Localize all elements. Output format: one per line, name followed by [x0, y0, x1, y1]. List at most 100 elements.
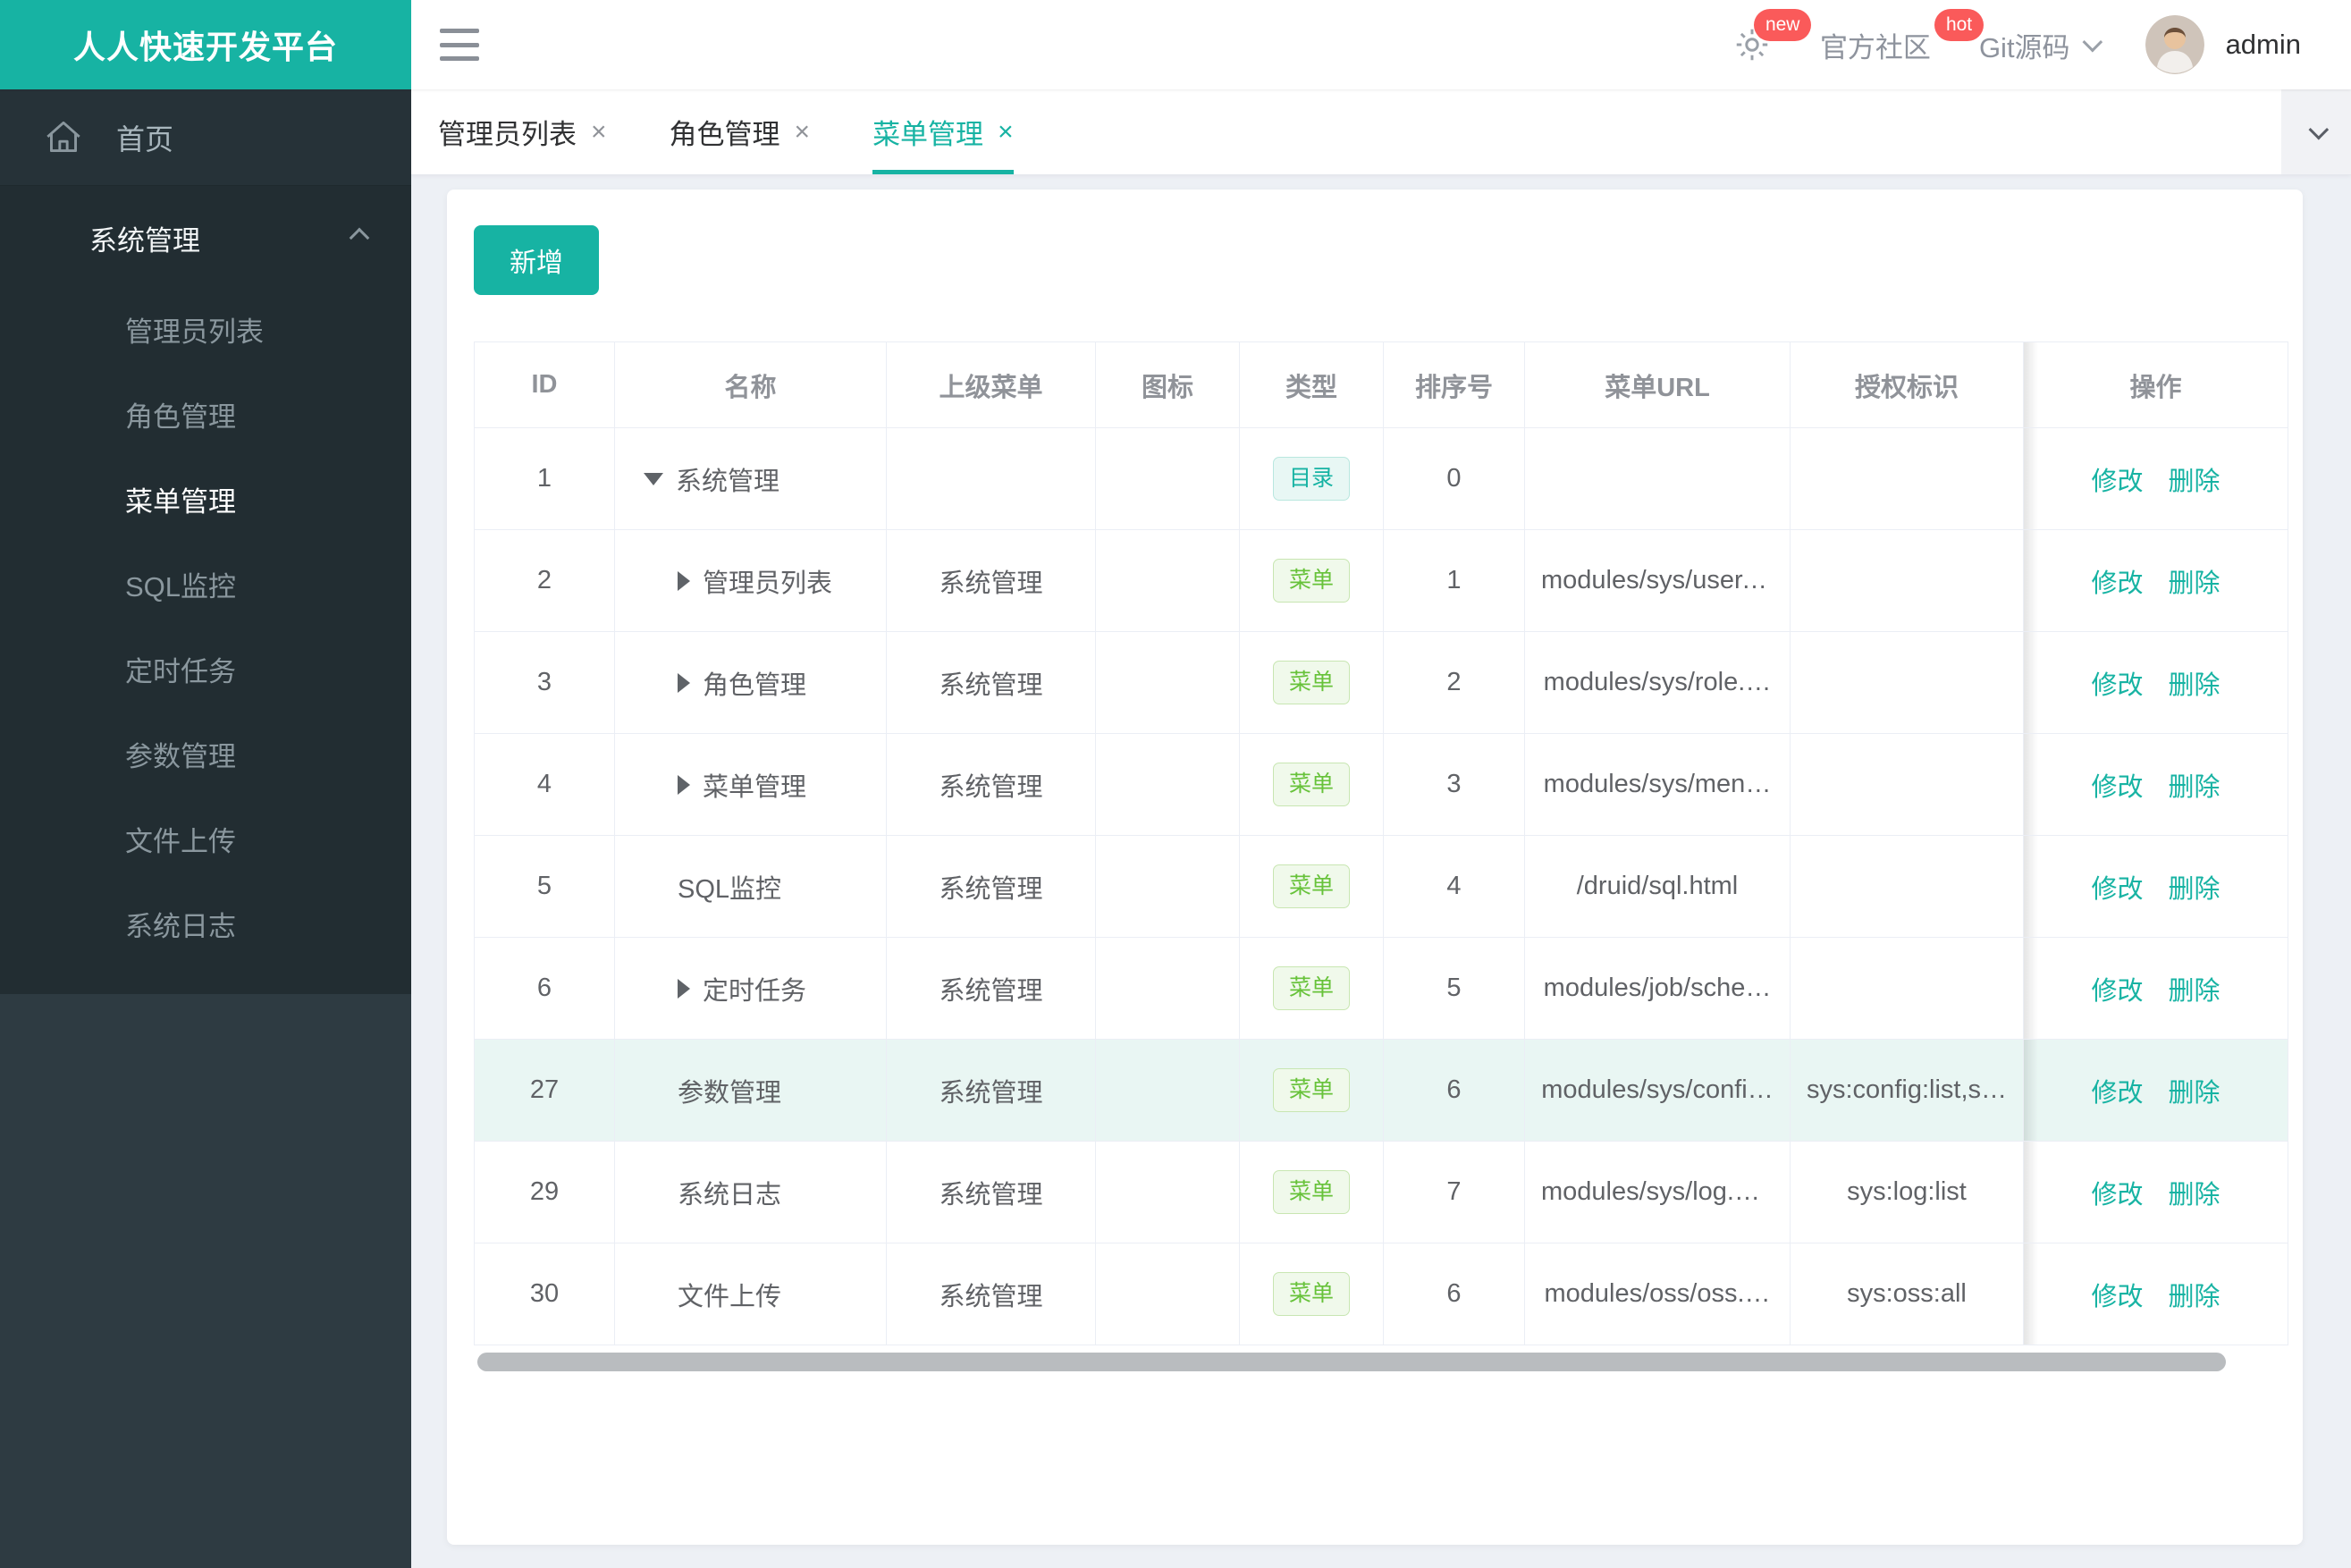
type-badge: 菜单	[1272, 559, 1350, 603]
content-area: 新增 ID 名称 上级菜单 图标 类型 排序号 菜单URL 授权标识 操作 1 系统管理 目录 0 修改…	[411, 175, 2351, 1568]
tree-expand-icon[interactable]	[678, 978, 690, 999]
column-header: 排序号	[1384, 341, 1525, 428]
cell-icon	[1096, 1243, 1240, 1345]
cell-icon	[1096, 530, 1240, 632]
brand-logo: 人人快速开发平台	[0, 0, 411, 89]
cell-id: 3	[474, 632, 615, 734]
type-badge: 目录	[1272, 457, 1350, 501]
cell-url	[1525, 428, 1791, 530]
sidebar-item[interactable]: 系统日志	[0, 884, 411, 969]
delete-link[interactable]: 删除	[2169, 1181, 2220, 1210]
sidebar-item[interactable]: 文件上传	[0, 799, 411, 884]
tree-expand-icon[interactable]	[678, 774, 690, 795]
cell-icon	[1096, 632, 1240, 734]
scrollbar-thumb[interactable]	[477, 1353, 2226, 1371]
cell-url: modules/sys/confi…	[1525, 1040, 1791, 1142]
sidebar: 首页 系统管理 管理员列表 角色管理 菜单管理 SQL监控 定时任务 参数管理 文件上传 系统…	[0, 89, 411, 1568]
cell-name: 菜单管理	[615, 734, 887, 836]
edit-link[interactable]: 修改	[2091, 875, 2143, 904]
edit-link[interactable]: 修改	[2091, 773, 2143, 802]
table-row: 6 定时任务 系统管理 菜单 5 modules/job/sche… 修改 删除	[474, 938, 2288, 1040]
cell-type: 菜单	[1240, 1142, 1384, 1243]
sidebar-toggle-icon[interactable]	[440, 29, 479, 61]
cell-order: 7	[1384, 1142, 1525, 1243]
sidebar-item[interactable]: 菜单管理	[0, 459, 411, 544]
edit-link[interactable]: 修改	[2091, 1283, 2143, 1311]
tree-expand-icon[interactable]	[678, 672, 690, 693]
cell-url: modules/sys/user.…	[1525, 530, 1791, 632]
cell-parent: 系统管理	[887, 1243, 1096, 1345]
sidebar-item[interactable]: 参数管理	[0, 714, 411, 799]
delete-link[interactable]: 删除	[2169, 773, 2220, 802]
delete-link[interactable]: 删除	[2169, 1283, 2220, 1311]
tree-node: 管理员列表	[631, 562, 870, 600]
table-row: 4 菜单管理 系统管理 菜单 3 modules/sys/men… 修改 删除	[474, 734, 2288, 836]
cell-type: 菜单	[1240, 1040, 1384, 1142]
cell-icon	[1096, 1040, 1240, 1142]
cell-url: modules/oss/oss.…	[1525, 1243, 1791, 1345]
sidebar-item[interactable]: 定时任务	[0, 629, 411, 714]
sidebar-item[interactable]: 管理员列表	[0, 290, 411, 375]
sidebar-item[interactable]: 角色管理	[0, 375, 411, 459]
cell-actions: 修改 删除	[2024, 632, 2288, 734]
cell-actions: 修改 删除	[2024, 938, 2288, 1040]
table-row: 3 角色管理 系统管理 菜单 2 modules/sys/role.… 修改 删除	[474, 632, 2288, 734]
cell-order: 3	[1384, 734, 1525, 836]
delete-link[interactable]: 删除	[2169, 671, 2220, 700]
cell-perms	[1791, 734, 2024, 836]
delete-link[interactable]: 删除	[2169, 875, 2220, 904]
edit-link[interactable]: 修改	[2091, 1181, 2143, 1210]
tab[interactable]: 菜单管理 ×	[872, 89, 1014, 174]
cell-order: 0	[1384, 428, 1525, 530]
cell-actions: 修改 删除	[2024, 734, 2288, 836]
delete-link[interactable]: 删除	[2169, 468, 2220, 496]
edit-link[interactable]: 修改	[2091, 569, 2143, 598]
main-area: 管理员列表 × 角色管理 × 菜单管理 × 新增 ID 名称 上级菜单 图标 类型 排序号 菜单URL…	[411, 89, 2351, 1568]
delete-link[interactable]: 删除	[2169, 977, 2220, 1006]
hot-badge: hot	[1934, 8, 1984, 41]
cell-parent: 系统管理	[887, 938, 1096, 1040]
tab-close-icon[interactable]: ×	[998, 118, 1014, 146]
column-header: 菜单URL	[1525, 341, 1791, 428]
cell-actions: 修改 删除	[2024, 1142, 2288, 1243]
tab[interactable]: 管理员列表 ×	[438, 89, 607, 174]
git-source-label: Git源码	[1978, 31, 2070, 63]
tabs-dropdown-button[interactable]	[2281, 89, 2351, 174]
sidebar-item[interactable]: SQL监控	[0, 544, 411, 629]
add-button[interactable]: 新增	[474, 225, 599, 295]
community-link[interactable]: 官方社区 hot	[1819, 8, 1984, 65]
user-menu[interactable]: admin	[2145, 15, 2301, 74]
column-header: ID	[474, 341, 615, 428]
tab-close-icon[interactable]: ×	[795, 118, 811, 146]
cell-parent: 系统管理	[887, 836, 1096, 938]
sidebar-group-title[interactable]: 系统管理	[0, 186, 411, 290]
cell-type: 菜单	[1240, 632, 1384, 734]
sidebar-item-home[interactable]: 首页	[0, 89, 411, 186]
delete-link[interactable]: 删除	[2169, 569, 2220, 598]
git-source-link[interactable]: Git源码	[1978, 25, 2102, 65]
edit-link[interactable]: 修改	[2091, 1079, 2143, 1108]
cell-icon	[1096, 1142, 1240, 1243]
delete-link[interactable]: 删除	[2169, 1079, 2220, 1108]
tab-label: 角色管理	[669, 119, 780, 150]
tab-close-icon[interactable]: ×	[591, 118, 607, 146]
edit-link[interactable]: 修改	[2091, 977, 2143, 1006]
topbar-right: new 官方社区 hot Git源码 admin	[1732, 8, 2301, 74]
cell-actions: 修改 删除	[2024, 1040, 2288, 1142]
cell-name: SQL监控	[615, 836, 887, 938]
tree-collapse-icon[interactable]	[644, 472, 663, 485]
community-label: 官方社区	[1819, 31, 1931, 63]
table-row: 2 管理员列表 系统管理 菜单 1 modules/sys/user.… 修改 删除	[474, 530, 2288, 632]
cell-parent: 系统管理	[887, 530, 1096, 632]
cell-id: 30	[474, 1243, 615, 1345]
edit-link[interactable]: 修改	[2091, 468, 2143, 496]
horizontal-scrollbar	[474, 1353, 2276, 1372]
cell-id: 29	[474, 1142, 615, 1243]
edit-link[interactable]: 修改	[2091, 671, 2143, 700]
tree-expand-icon[interactable]	[678, 570, 690, 591]
tab[interactable]: 角色管理 ×	[670, 89, 811, 174]
cell-type: 菜单	[1240, 938, 1384, 1040]
cell-order: 1	[1384, 530, 1525, 632]
table-header-row: ID 名称 上级菜单 图标 类型 排序号 菜单URL 授权标识 操作	[474, 341, 2288, 428]
settings-button[interactable]: new	[1732, 9, 1812, 64]
